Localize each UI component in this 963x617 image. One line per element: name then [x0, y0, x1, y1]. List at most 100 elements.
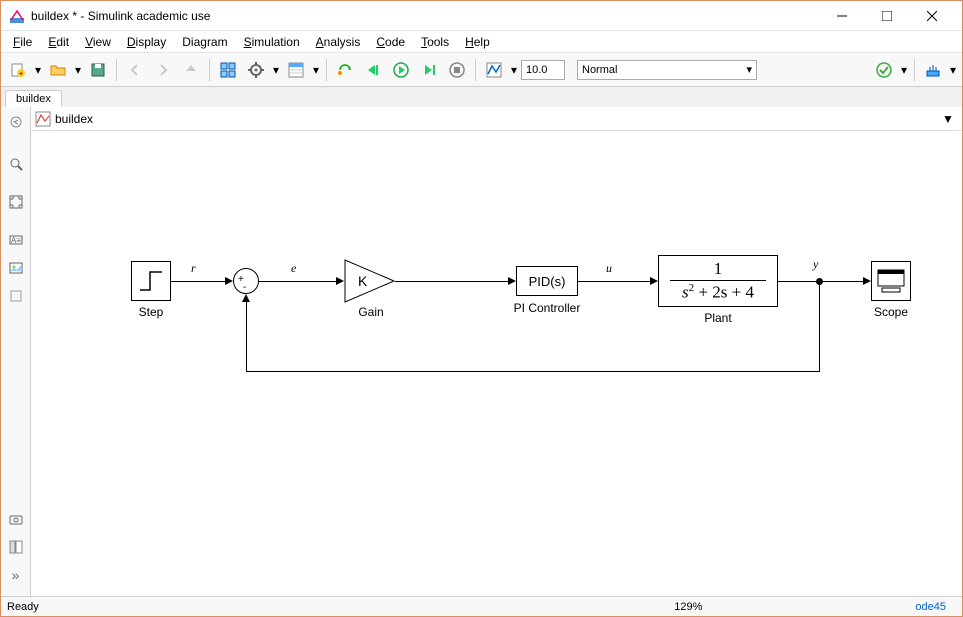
window-controls — [819, 2, 954, 30]
deploy-button[interactable] — [920, 57, 946, 83]
menu-bar: File Edit View Display Diagram Simulatio… — [1, 31, 962, 53]
block-sum[interactable]: + - — [233, 268, 259, 294]
block-plant[interactable]: 1 s2 + 2s + 4 — [658, 255, 778, 307]
block-gain-label: Gain — [311, 305, 431, 319]
fit-view-button[interactable] — [5, 191, 27, 213]
menu-display[interactable]: Display — [119, 33, 174, 51]
signal-line — [395, 281, 509, 282]
chevron-down-icon: ▾ — [746, 63, 752, 76]
block-step-label: Step — [91, 305, 211, 319]
tab-bar: buildex — [1, 87, 962, 107]
save-button[interactable] — [85, 57, 111, 83]
step-back-button[interactable] — [360, 57, 386, 83]
block-scope-label: Scope — [831, 305, 951, 319]
toolbar-separator — [326, 59, 327, 81]
area-button[interactable] — [5, 285, 27, 307]
menu-help[interactable]: Help — [457, 33, 498, 51]
arrow-icon — [508, 277, 516, 285]
fast-restart-button[interactable] — [332, 57, 358, 83]
breadcrumb-dropdown[interactable]: ▼ — [942, 112, 958, 126]
model-browser-button[interactable] — [5, 536, 27, 558]
back-button[interactable] — [122, 57, 148, 83]
config-dropdown[interactable]: ▾ — [271, 57, 281, 83]
minimize-button[interactable] — [819, 2, 864, 30]
config-button[interactable] — [243, 57, 269, 83]
forward-button[interactable] — [150, 57, 176, 83]
open-button[interactable] — [45, 57, 71, 83]
status-solver[interactable]: ode45 — [915, 601, 956, 613]
simulation-mode-select[interactable]: Normal ▾ — [577, 60, 757, 80]
image-button[interactable] — [5, 257, 27, 279]
new-model-dropdown[interactable]: ▾ — [33, 57, 43, 83]
arrow-icon — [225, 277, 233, 285]
menu-tools[interactable]: Tools — [413, 33, 457, 51]
model-icon — [35, 111, 51, 127]
arrow-icon — [863, 277, 871, 285]
content-area: A≡ » buildex ▼ Step — [1, 107, 962, 596]
maximize-button[interactable] — [864, 2, 909, 30]
palette-bar: A≡ » — [1, 107, 31, 596]
sum-minus: - — [243, 282, 246, 293]
signal-line — [171, 281, 226, 282]
signal-r-label: r — [191, 261, 196, 276]
menu-view[interactable]: View — [77, 33, 119, 51]
breadcrumb-model[interactable]: buildex — [55, 112, 938, 126]
tab-buildex[interactable]: buildex — [5, 90, 62, 107]
up-button[interactable] — [178, 57, 204, 83]
diagram-canvas[interactable]: Step r + - e K Gain — [31, 131, 962, 596]
model-explorer-button[interactable] — [283, 57, 309, 83]
toolbar-separator — [914, 59, 915, 81]
sdi-button[interactable] — [481, 57, 507, 83]
feedback-line — [246, 371, 820, 372]
block-plant-label: Plant — [658, 311, 778, 325]
status-ready: Ready — [7, 601, 461, 613]
stop-time-input[interactable] — [521, 60, 565, 80]
svg-text:A≡: A≡ — [10, 236, 20, 245]
status-zoom: 129% — [461, 601, 915, 613]
fraction-bar — [670, 280, 766, 281]
close-button[interactable] — [909, 2, 954, 30]
deploy-dropdown[interactable]: ▾ — [948, 57, 958, 83]
toolbar-separator — [209, 59, 210, 81]
run-button[interactable] — [388, 57, 414, 83]
menu-edit[interactable]: Edit — [40, 33, 77, 51]
block-gain[interactable]: K — [344, 259, 396, 304]
more-button[interactable]: » — [5, 564, 27, 586]
menu-file[interactable]: File — [5, 33, 40, 51]
screenshot-button[interactable] — [5, 508, 27, 530]
step-icon — [136, 266, 166, 296]
hide-browser-button[interactable] — [5, 111, 27, 133]
app-icon — [9, 8, 25, 24]
signal-y-label: y — [813, 257, 818, 272]
window-title: buildex * - Simulink academic use — [31, 9, 819, 23]
menu-simulation[interactable]: Simulation — [236, 33, 308, 51]
plant-denominator: s2 + 2s + 4 — [682, 282, 754, 304]
build-button[interactable] — [871, 57, 897, 83]
block-pid[interactable]: PID(s) — [516, 266, 578, 296]
scope-icon — [876, 268, 906, 294]
annotations-button[interactable]: A≡ — [5, 229, 27, 251]
block-scope[interactable] — [871, 261, 911, 301]
menu-code[interactable]: Code — [368, 33, 413, 51]
block-step[interactable] — [131, 261, 171, 301]
gain-value: K — [358, 273, 368, 289]
feedback-line — [246, 301, 247, 372]
open-dropdown[interactable]: ▾ — [73, 57, 83, 83]
library-browser-button[interactable] — [215, 57, 241, 83]
build-dropdown[interactable]: ▾ — [899, 57, 909, 83]
menu-diagram[interactable]: Diagram — [174, 33, 235, 51]
menu-analysis[interactable]: Analysis — [308, 33, 369, 51]
block-pid-label: PI Controller — [487, 301, 607, 315]
zoom-fit-button[interactable] — [5, 153, 27, 175]
step-forward-button[interactable] — [416, 57, 442, 83]
signal-line — [578, 281, 651, 282]
new-model-button[interactable]: + — [5, 57, 31, 83]
plant-numerator: 1 — [714, 259, 723, 279]
sdi-dropdown[interactable]: ▾ — [509, 57, 519, 83]
arrow-icon — [336, 277, 344, 285]
arrow-up-icon — [242, 294, 250, 302]
title-bar: buildex * - Simulink academic use — [1, 1, 962, 31]
stop-button[interactable] — [444, 57, 470, 83]
signal-e-label: e — [291, 261, 296, 276]
model-explorer-dropdown[interactable]: ▾ — [311, 57, 321, 83]
